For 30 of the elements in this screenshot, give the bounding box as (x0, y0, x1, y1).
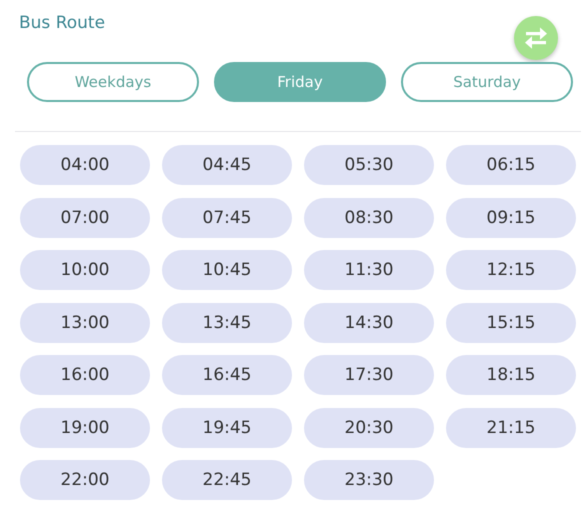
departure-time[interactable]: 19:45 (162, 408, 292, 448)
departure-time[interactable]: 04:00 (20, 145, 150, 185)
departure-time[interactable]: 23:30 (304, 460, 434, 500)
departure-time[interactable]: 08:30 (304, 198, 434, 238)
departure-time[interactable]: 06:15 (446, 145, 576, 185)
departure-time[interactable]: 20:30 (304, 408, 434, 448)
departure-time[interactable]: 22:45 (162, 460, 292, 500)
page-title: Bus Route (19, 13, 106, 33)
departure-time[interactable]: 07:45 (162, 198, 292, 238)
departure-time[interactable]: 17:30 (304, 355, 434, 395)
departure-time[interactable]: 05:30 (304, 145, 434, 185)
departure-time[interactable]: 16:45 (162, 355, 292, 395)
departure-time[interactable]: 21:15 (446, 408, 576, 448)
swap-icon (523, 27, 549, 49)
departure-time[interactable]: 13:45 (162, 302, 292, 342)
departure-time[interactable]: 18:15 (446, 355, 576, 395)
departure-time[interactable]: 10:45 (162, 250, 292, 290)
departure-time[interactable]: 04:45 (162, 145, 292, 185)
departure-time[interactable]: 16:00 (20, 355, 150, 395)
departure-time[interactable]: 12:15 (446, 250, 576, 290)
departure-time[interactable]: 07:00 (20, 198, 150, 238)
departure-time[interactable]: 09:15 (446, 198, 576, 238)
departure-time[interactable]: 15:15 (446, 302, 576, 342)
departure-time[interactable]: 11:30 (304, 250, 434, 290)
swap-button[interactable] (514, 16, 558, 60)
departure-time[interactable]: 22:00 (20, 460, 150, 500)
departure-time[interactable]: 14:30 (304, 302, 434, 342)
departure-time[interactable]: 10:00 (20, 250, 150, 290)
departure-time[interactable]: 19:00 (20, 408, 150, 448)
departure-time[interactable]: 13:00 (20, 302, 150, 342)
